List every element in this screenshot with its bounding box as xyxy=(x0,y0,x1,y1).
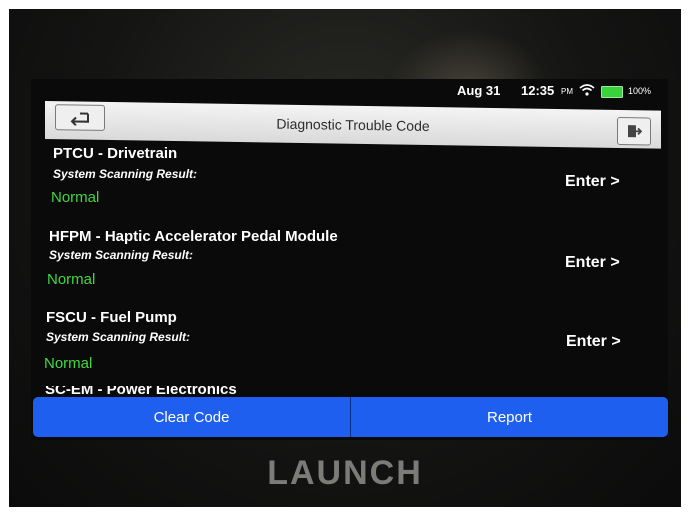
exit-door-icon xyxy=(628,125,642,138)
list-item[interactable]: FSCU - Fuel Pump System Scanning Result:… xyxy=(31,309,668,391)
module-name: HFPM - Haptic Accelerator Pedal Module xyxy=(49,228,338,245)
title-bar: Diagnostic Trouble Code xyxy=(45,101,661,149)
battery-icon xyxy=(601,86,623,98)
partial-list-item[interactable]: SC-EM - Power Electronics xyxy=(45,386,237,396)
scan-status: Normal xyxy=(47,271,96,288)
module-name: PTCU - Drivetrain xyxy=(53,145,178,162)
module-name: SC-EM - Power Electronics xyxy=(45,386,237,396)
scan-result-label: System Scanning Result: xyxy=(49,248,194,262)
battery-percentage: 100% xyxy=(628,86,652,96)
status-time: 12:35 xyxy=(521,83,555,98)
clear-code-button[interactable]: Clear Code xyxy=(33,397,351,437)
report-button[interactable]: Report xyxy=(351,397,668,437)
module-name: FSCU - Fuel Pump xyxy=(46,309,177,326)
enter-button[interactable]: Enter > xyxy=(566,333,621,351)
page-title: Diagnostic Trouble Code xyxy=(276,115,430,135)
status-bar: Aug 31 12:35 PM 100% xyxy=(31,79,668,101)
scan-status: Normal xyxy=(51,189,100,206)
scan-result-label: System Scanning Result: xyxy=(53,167,198,181)
status-ampm: PM xyxy=(561,87,573,96)
list-item[interactable]: PTCU - Drivetrain System Scanning Result… xyxy=(31,145,668,227)
status-date: Aug 31 xyxy=(457,83,501,98)
list-item[interactable]: HFPM - Haptic Accelerator Pedal Module S… xyxy=(31,228,668,310)
exit-button[interactable] xyxy=(617,116,651,146)
scan-status: Normal xyxy=(44,355,93,372)
scan-result-label: System Scanning Result: xyxy=(46,330,191,344)
device-screen: Aug 31 12:35 PM 100% Diagnostic Trouble … xyxy=(31,79,668,440)
device-photo: Aug 31 12:35 PM 100% Diagnostic Trouble … xyxy=(9,9,681,507)
action-bar: Clear Code Report xyxy=(33,397,668,437)
enter-button[interactable]: Enter > xyxy=(565,254,620,272)
device-brand-logo: LAUNCH xyxy=(267,454,423,492)
wifi-icon xyxy=(579,84,595,96)
enter-button[interactable]: Enter > xyxy=(565,173,620,191)
